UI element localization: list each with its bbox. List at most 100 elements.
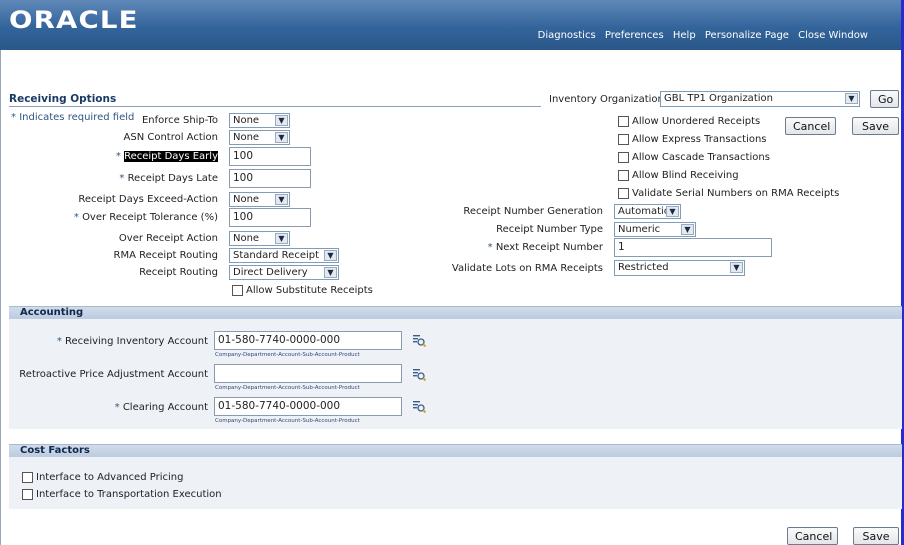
- search-icon[interactable]: [412, 399, 426, 413]
- number-generation-value: Automatic: [618, 206, 670, 217]
- asn-control-value: None: [233, 132, 260, 143]
- next-number-label: * Next Receipt Number: [487, 242, 603, 253]
- receiving-inventory-label: * Receiving Inventory Account: [56, 336, 208, 347]
- over-receipt-action-label: Over Receipt Action: [118, 233, 218, 244]
- enforce-ship-to-select[interactable]: None ▼: [229, 113, 290, 128]
- title-divider: [9, 106, 541, 107]
- oracle-logo: ORACLE: [9, 6, 139, 34]
- receipt-days-exceed-label: Receipt Days Exceed-Action: [78, 194, 218, 205]
- next-number-input[interactable]: 1: [614, 238, 772, 257]
- go-button[interactable]: Go: [870, 90, 899, 108]
- nav-help[interactable]: Help: [673, 30, 696, 41]
- required-note: * Indicates required field: [11, 112, 135, 123]
- allow-unordered-checkbox[interactable]: [618, 116, 629, 127]
- search-icon[interactable]: [412, 367, 426, 381]
- receiving-inventory-label-text: Receiving Inventory Account: [65, 336, 208, 347]
- validate-serial-label: Validate Serial Numbers on RMA Receipts: [632, 188, 840, 199]
- nav-diagnostics[interactable]: Diagnostics: [538, 30, 596, 41]
- advanced-pricing-label: Interface to Advanced Pricing: [36, 472, 184, 483]
- retroactive-label: Retroactive Price Adjustment Account: [19, 369, 208, 380]
- cost-factors-section: [9, 457, 902, 509]
- accounting-section-header: Accounting: [9, 306, 902, 319]
- cancel-button-bottom[interactable]: Cancel: [787, 527, 838, 545]
- receipt-days-late-label-text: Receipt Days Late: [127, 173, 218, 184]
- required-note-text: Indicates required field: [19, 112, 135, 123]
- chevron-down-icon: ▼: [275, 115, 288, 126]
- number-generation-label: Receipt Number Generation: [463, 206, 603, 217]
- global-nav: Diagnostics Preferences Help Personalize…: [532, 30, 868, 41]
- number-generation-select[interactable]: Automatic ▼: [614, 204, 681, 219]
- chevron-down-icon: ▼: [730, 262, 743, 273]
- receipt-days-exceed-select[interactable]: None ▼: [229, 192, 290, 207]
- save-button-top[interactable]: Save: [852, 117, 899, 135]
- transportation-execution-checkbox[interactable]: [22, 489, 33, 500]
- allow-cascade-checkbox[interactable]: [618, 152, 629, 163]
- validate-serial-checkbox[interactable]: [618, 188, 629, 199]
- transportation-execution-label: Interface to Transportation Execution: [36, 489, 222, 500]
- over-tolerance-label: * Over Receipt Tolerance (%): [73, 212, 218, 223]
- inventory-org-select[interactable]: GBL TP1 Organization ▼: [660, 91, 860, 107]
- validate-lots-select[interactable]: Restricted ▼: [614, 260, 745, 276]
- allow-unordered-label: Allow Unordered Receipts: [632, 116, 761, 127]
- receiving-inventory-hint: Company-Department-Account-Sub-Account-P…: [215, 352, 360, 358]
- receipt-routing-select[interactable]: Direct Delivery ▼: [229, 265, 339, 280]
- chevron-down-icon: ▼: [681, 224, 694, 235]
- validate-lots-label: Validate Lots on RMA Receipts: [451, 263, 603, 274]
- receipt-routing-value: Direct Delivery: [233, 267, 308, 278]
- chevron-down-icon: ▼: [324, 267, 337, 278]
- allow-blind-checkbox[interactable]: [618, 170, 629, 181]
- retroactive-hint: Company-Department-Account-Sub-Account-P…: [215, 385, 360, 391]
- cost-factors-section-header: Cost Factors: [9, 444, 902, 457]
- asn-control-label: ASN Control Action: [123, 132, 219, 143]
- number-type-label: Receipt Number Type: [496, 224, 603, 235]
- chevron-down-icon: ▼: [275, 132, 288, 143]
- number-type-select[interactable]: Numeric ▼: [614, 222, 696, 237]
- chevron-down-icon: ▼: [666, 206, 679, 217]
- receipt-days-early-label: * Receipt Days Early: [115, 151, 218, 162]
- search-icon[interactable]: [412, 333, 426, 347]
- number-type-value: Numeric: [618, 224, 661, 235]
- allow-blind-label: Allow Blind Receiving: [632, 170, 739, 181]
- chevron-down-icon: ▼: [275, 233, 288, 244]
- over-tolerance-label-text: Over Receipt Tolerance (%): [82, 212, 218, 223]
- allow-express-label: Allow Express Transactions: [632, 134, 767, 145]
- receipt-routing-label: Receipt Routing: [139, 267, 218, 278]
- receiving-inventory-input[interactable]: 01-580-7740-0000-000: [214, 331, 402, 350]
- over-tolerance-input[interactable]: 100: [229, 208, 311, 227]
- next-number-label-text: Next Receipt Number: [495, 242, 603, 253]
- cancel-button-top[interactable]: Cancel: [785, 117, 836, 135]
- allow-express-checkbox[interactable]: [618, 134, 629, 145]
- rma-routing-select[interactable]: Standard Receipt ▼: [229, 248, 339, 263]
- save-button-bottom[interactable]: Save: [853, 527, 899, 545]
- rma-routing-value: Standard Receipt: [233, 250, 320, 261]
- chevron-down-icon: ▼: [845, 93, 858, 104]
- nav-personalize-page[interactable]: Personalize Page: [705, 30, 789, 41]
- nav-close-window[interactable]: Close Window: [798, 30, 868, 41]
- over-receipt-action-value: None: [233, 233, 260, 244]
- retroactive-input[interactable]: [214, 364, 402, 383]
- chevron-down-icon: ▼: [275, 194, 288, 205]
- window-left-edge: [0, 50, 1, 545]
- allow-substitute-label: Allow Substitute Receipts: [246, 285, 373, 296]
- receipt-days-late-input[interactable]: 100: [229, 169, 311, 188]
- asn-control-select[interactable]: None ▼: [229, 130, 290, 145]
- validate-lots-value: Restricted: [618, 262, 669, 273]
- enforce-ship-to-label: Enforce Ship-To: [141, 115, 218, 126]
- allow-cascade-label: Allow Cascade Transactions: [632, 152, 770, 163]
- clearing-label: * Clearing Account: [114, 402, 208, 413]
- inventory-org-label: Inventory Organization: [549, 94, 664, 105]
- rma-routing-label: RMA Receipt Routing: [113, 250, 218, 261]
- clearing-hint: Company-Department-Account-Sub-Account-P…: [215, 418, 360, 424]
- advanced-pricing-checkbox[interactable]: [22, 472, 33, 483]
- chevron-down-icon: ▼: [324, 250, 337, 261]
- page-title: Receiving Options: [9, 93, 117, 105]
- clearing-label-text: Clearing Account: [122, 402, 208, 413]
- inventory-org-value: GBL TP1 Organization: [664, 93, 773, 104]
- clearing-input[interactable]: 01-580-7740-0000-000: [214, 397, 402, 416]
- receipt-days-early-label-text: Receipt Days Early: [124, 151, 218, 162]
- enforce-ship-to-value: None: [233, 115, 260, 126]
- allow-substitute-checkbox[interactable]: [232, 285, 243, 296]
- receipt-days-early-input[interactable]: 100: [229, 147, 311, 166]
- over-receipt-action-select[interactable]: None ▼: [229, 231, 290, 246]
- nav-preferences[interactable]: Preferences: [605, 30, 664, 41]
